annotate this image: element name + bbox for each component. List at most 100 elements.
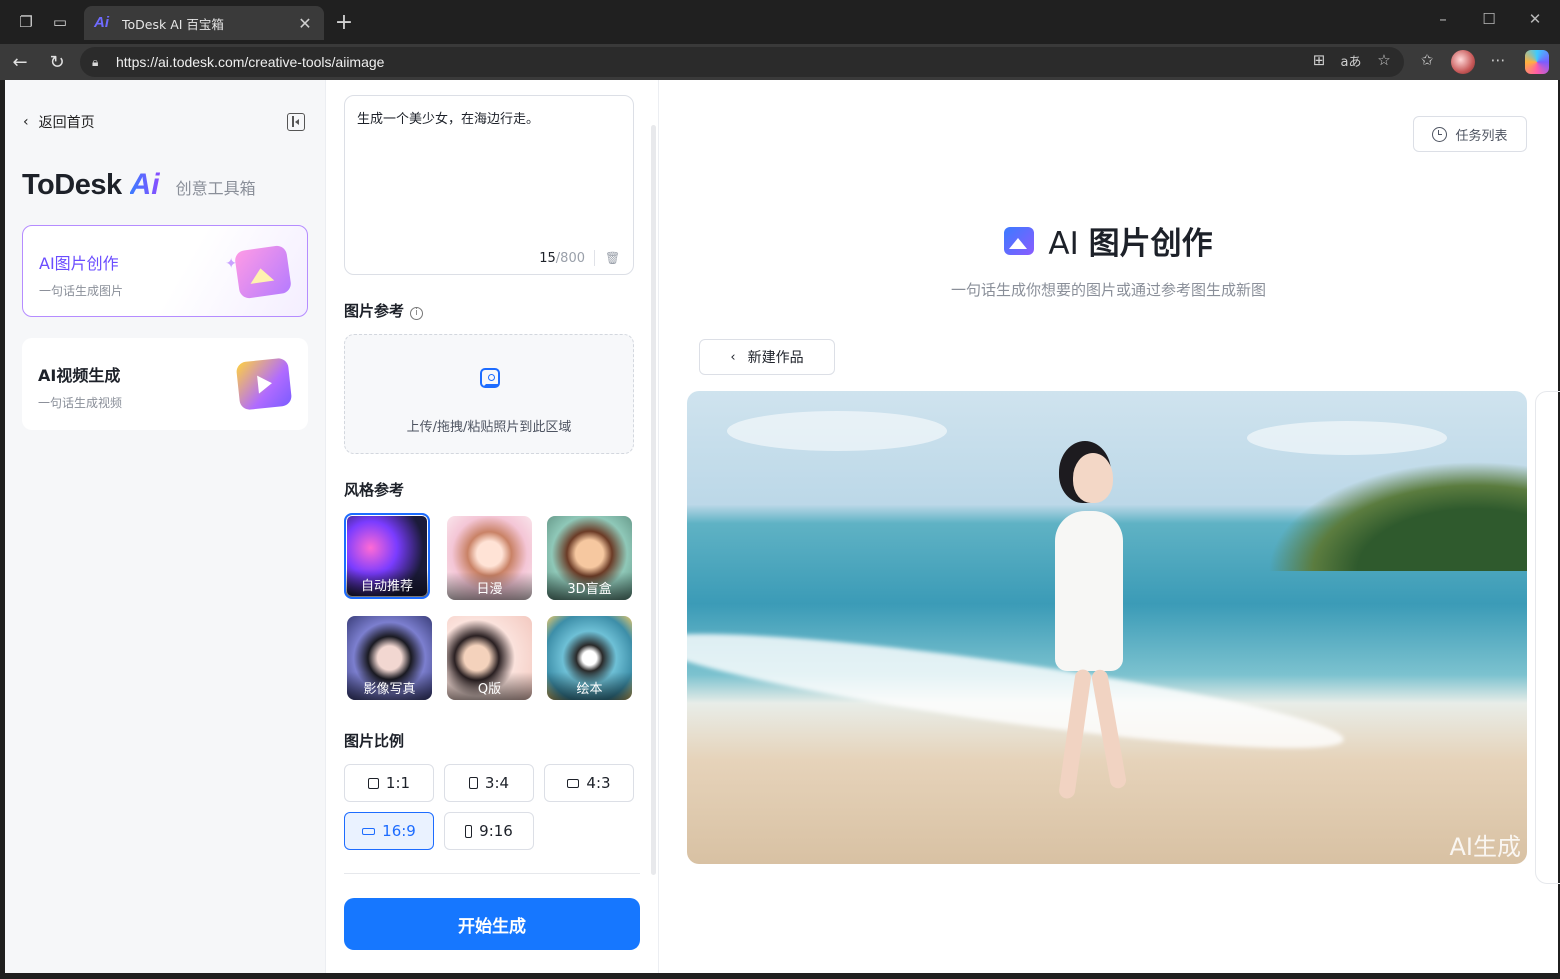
ai-image-icon [1004,226,1035,255]
ratio-landscape-icon [567,778,580,788]
generate-button[interactable]: 开始生成 [344,898,640,950]
brand-ai: Ai [129,168,160,201]
page-subtitle: 一句话生成你想要的图片或通过参考图生成新图 [950,281,1266,299]
cloud [727,411,947,451]
sidebar: ‹ 返回首页 ToDesk Ai 创意工具箱 AI图片创作 一句话生成图片 ✦ … [5,80,326,973]
panel-scrollbar[interactable] [651,125,656,875]
back-home-label: 返回首页 [38,115,95,131]
char-counter: 15/800 [539,251,585,266]
main-content: 任务列表 AI 图片创作 一句话生成你想要的图片或通过参考图生成新图 ‹ 新建作… [659,80,1560,973]
workspaces-icon[interactable]: ❐ [16,12,36,32]
close-window-icon[interactable]: ✕ [1524,10,1546,28]
image-upload-dropzone[interactable]: 上传/拖拽/粘贴照片到此区域 [344,334,634,454]
ocean-wave [687,612,1348,770]
style-option-3d-blindbox[interactable]: 3D盲盒 [547,516,632,600]
char-count: 15 [539,251,556,266]
new-tab-button[interactable]: + [332,10,356,35]
page-title: AI 图片创作 [659,218,1558,263]
ratio-portrait-icon [468,777,478,789]
brand-logo: ToDesk Ai 创意工具箱 [22,168,256,202]
trash-icon[interactable]: 🗑︎ [605,251,620,265]
history-icon [1432,126,1448,142]
style-option-picture-book[interactable]: 绘本 [547,616,632,700]
image-ref-label: 图片参考 [344,302,405,320]
style-label: 自动推荐 [346,569,428,597]
ratio-heading: 图片比例 [344,732,405,750]
style-option-portrait[interactable]: 影像写真 [347,616,432,700]
new-work-button[interactable]: ‹ 新建作品 [699,339,835,375]
tab-actions-icon[interactable]: ▭ [50,12,70,32]
url-text[interactable]: https://ai.todesk.com/creative-tools/aii… [116,54,384,70]
ratio-label: 3:4 [484,774,510,792]
task-list-label: 任务列表 [1455,128,1508,144]
style-label: 日漫 [447,572,532,600]
prompt-input[interactable]: 生成一个美少女，在海边行走。 15/800 🗑︎ [344,95,634,275]
favorites-icon[interactable]: ✩ [1416,51,1438,69]
ratio-label: 9:16 [479,822,513,840]
char-count-max: /800 [555,251,585,266]
generated-image[interactable]: AI生成 [687,391,1527,864]
info-icon[interactable]: i [410,307,424,320]
collapse-sidebar-icon[interactable] [287,113,305,131]
address-toolbar: ← ↻ 🔒︎ https://ai.todesk.com/creative-to… [0,44,1560,80]
panel-divider [344,873,640,874]
ratio-label: 16:9 [382,822,416,840]
lock-icon: 🔒︎ [92,55,99,69]
sparkle-icon: ✦ [225,256,237,272]
sidebar-item-ai-image[interactable]: AI图片创作 一句话生成图片 ✦ [22,225,308,317]
sidebar-item-ai-video[interactable]: AI视频生成 一句话生成视频 [22,338,308,430]
settings-panel: 生成一个美少女，在海边行走。 15/800 🗑︎ 图片参考 i 上传/拖拽/粘贴照… [326,80,659,973]
next-image-peek[interactable] [1535,391,1560,884]
back-home-link[interactable]: ‹ 返回首页 [23,112,95,132]
girl-dress [1055,511,1123,671]
upload-image-icon [480,368,500,388]
video-create-icon [235,357,293,411]
favorite-star-icon[interactable]: ☆ [1373,51,1395,69]
girl-head [1073,453,1113,503]
close-tab-icon[interactable]: ✕ [296,14,314,33]
new-work-label: 新建作品 [747,350,804,366]
upload-hint: 上传/拖拽/粘贴照片到此区域 [406,420,572,435]
ratio-3-4-button[interactable]: 3:4 [444,764,534,802]
maximize-icon[interactable]: ☐ [1478,10,1500,28]
copilot-icon[interactable] [1525,50,1549,74]
chevron-left-icon: ‹ [730,349,736,365]
style-option-auto[interactable]: 自动推荐 [344,513,430,599]
browser-tab[interactable]: Ai ToDesk AI 百宝箱 ✕ [84,6,324,40]
ratio-16-9-button[interactable]: 16:9 [344,812,434,850]
ratio-square-icon [367,777,379,789]
ratio-9-16-button[interactable]: 9:16 [444,812,534,850]
style-label: 绘本 [547,672,632,700]
browser-tab-bar: ❐ ▭ Ai ToDesk AI 百宝箱 ✕ + – ☐ ✕ [0,0,1560,44]
refresh-icon[interactable]: ↻ [45,50,69,74]
style-ref-heading: 风格参考 [344,481,405,499]
ratio-label: 4:3 [586,774,611,792]
hero-title: AI 图片创作 [1048,218,1212,263]
task-list-button[interactable]: 任务列表 [1413,116,1527,152]
todesk-ai-favicon-icon: Ai [94,14,109,31]
tab-title: ToDesk AI 百宝箱 [122,16,224,32]
profile-avatar[interactable] [1451,50,1475,74]
style-option-chibi[interactable]: Q版 [447,616,532,700]
hero-prefix: AI [1048,226,1079,262]
prompt-text[interactable]: 生成一个美少女，在海边行走。 [357,108,621,127]
style-label: 影像写真 [347,672,432,700]
ratio-4-3-button[interactable]: 4:3 [544,764,634,802]
ratio-label: 1:1 [385,774,411,792]
back-icon[interactable]: ← [8,50,32,74]
app-available-icon[interactable]: ⊞ [1308,51,1330,69]
image-create-icon [233,244,293,300]
minimize-icon[interactable]: – [1432,10,1454,28]
style-option-anime[interactable]: 日漫 [447,516,532,600]
translate-icon[interactable]: aあ [1340,51,1362,70]
style-label: 3D盲盒 [547,572,632,600]
coastal-hill [1267,461,1527,571]
brand-subtitle: 创意工具箱 [175,179,256,198]
more-options-icon[interactable]: ⋯ [1487,51,1509,69]
chevron-left-icon: ‹ [23,114,29,130]
ratio-1-1-button[interactable]: 1:1 [344,764,434,802]
counter-divider [594,250,595,266]
brand-name: ToDesk [22,169,122,201]
address-field[interactable]: 🔒︎ https://ai.todesk.com/creative-tools/… [80,47,1404,77]
hero-title-bold: 图片创作 [1088,226,1213,262]
